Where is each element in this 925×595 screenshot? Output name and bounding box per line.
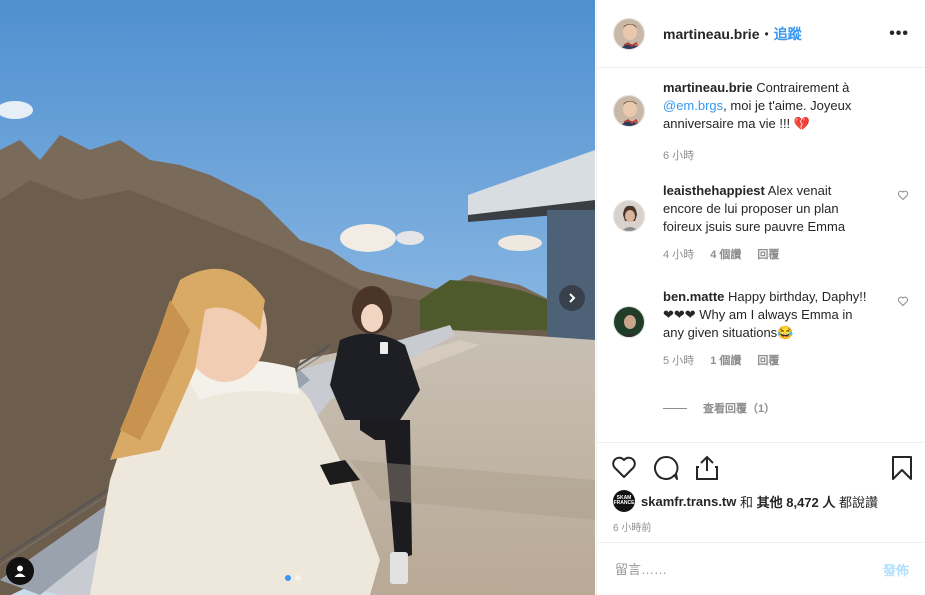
first-liker-username[interactable]: skamfr.trans.tw (641, 494, 736, 509)
likes-text-end: 都說讚 (835, 494, 878, 510)
caption-text-before: Contrairement à (752, 80, 850, 95)
person-icon (14, 565, 26, 577)
view-replies-label: 查看回覆（1） (703, 403, 776, 415)
like-button[interactable] (611, 455, 637, 486)
share-button[interactable] (695, 455, 719, 486)
view-replies-button[interactable]: 查看回覆（1） (663, 400, 775, 416)
heart-icon (612, 456, 636, 478)
comment-likes[interactable]: 4 個讚 (710, 246, 741, 262)
reply-button[interactable]: 回覆 (757, 352, 779, 368)
comment-meta: 5 小時 1 個讚 回覆 (663, 352, 873, 368)
liker-avatar[interactable]: SKAM FRANCE (613, 490, 635, 512)
carousel-next-button[interactable] (559, 285, 585, 311)
comment-input[interactable] (613, 560, 883, 578)
caption-text: martineau.brie Contrairement à @em.brgs,… (663, 79, 873, 133)
post-photo[interactable] (0, 0, 595, 595)
comment-time[interactable]: 5 小時 (663, 352, 694, 368)
comment-likes[interactable]: 1 個讚 (710, 352, 741, 368)
post-side-panel: martineau.brie • 追蹤 ••• martineau.brie C… (596, 0, 925, 595)
comment-text: leaisthehappiest Alex venait encore de l… (663, 182, 873, 236)
like-comment-button[interactable] (897, 188, 909, 206)
comment-time[interactable]: 4 小時 (663, 246, 694, 262)
more-options-icon[interactable]: ••• (889, 25, 909, 43)
comment-meta: 4 小時 4 個讚 回覆 (663, 246, 873, 262)
post-header: martineau.brie • 追蹤 ••• (597, 0, 925, 68)
add-comment-section: 發佈 (597, 542, 925, 595)
heart-icon (897, 296, 909, 307)
avatar[interactable] (613, 306, 645, 338)
comment-username[interactable]: ben.matte (663, 289, 724, 304)
avatar[interactable] (613, 17, 645, 50)
comment-item: ben.matte Happy birthday, Daphy!!❤❤❤ Why… (613, 288, 909, 368)
share-icon (696, 455, 718, 480)
caption-username[interactable]: martineau.brie (663, 80, 753, 95)
caption-time[interactable]: 6 小時 (663, 147, 694, 163)
avatar[interactable] (613, 200, 645, 232)
caption-mention[interactable]: @em.brgs (663, 98, 723, 113)
reply-button[interactable]: 回覆 (757, 246, 779, 262)
carousel-indicator (285, 575, 301, 581)
likes-summary: SKAM FRANCE skamfr.trans.tw 和 其他 8,472 人… (613, 490, 878, 512)
photo-scene (0, 0, 595, 595)
chevron-right-icon (569, 293, 576, 303)
post-actions: SKAM FRANCE skamfr.trans.tw 和 其他 8,472 人… (597, 442, 925, 543)
caption: martineau.brie Contrairement à @em.brgs,… (613, 79, 909, 163)
comment-username[interactable]: leaisthehappiest (663, 183, 765, 198)
bookmark-icon (892, 456, 912, 480)
comment-button[interactable] (653, 455, 679, 486)
comments-list: martineau.brie Contrairement à @em.brgs,… (597, 68, 925, 442)
post-author-username[interactable]: martineau.brie (663, 26, 759, 42)
post-timestamp[interactable]: 6 小時前 (613, 519, 651, 534)
likes-text-mid: 和 (736, 494, 757, 510)
other-likers-link[interactable]: 其他 8,472 人 (757, 492, 836, 511)
follow-button[interactable]: 追蹤 (774, 24, 802, 44)
carousel-dot (295, 575, 301, 581)
divider (663, 407, 687, 409)
user-tags-button[interactable] (6, 557, 34, 585)
avatar[interactable] (613, 95, 645, 127)
comment-icon (654, 455, 679, 480)
comment-item: leaisthehappiest Alex venait encore de l… (613, 182, 909, 262)
save-button[interactable] (891, 455, 913, 486)
carousel-dot-active (285, 575, 291, 581)
caption-meta: 6 小時 (663, 147, 873, 163)
separator-dot: • (764, 26, 769, 41)
like-comment-button[interactable] (897, 294, 909, 312)
post-comment-button[interactable]: 發佈 (883, 560, 909, 579)
comment-text: ben.matte Happy birthday, Daphy!!❤❤❤ Why… (663, 288, 873, 342)
heart-icon (897, 190, 909, 201)
